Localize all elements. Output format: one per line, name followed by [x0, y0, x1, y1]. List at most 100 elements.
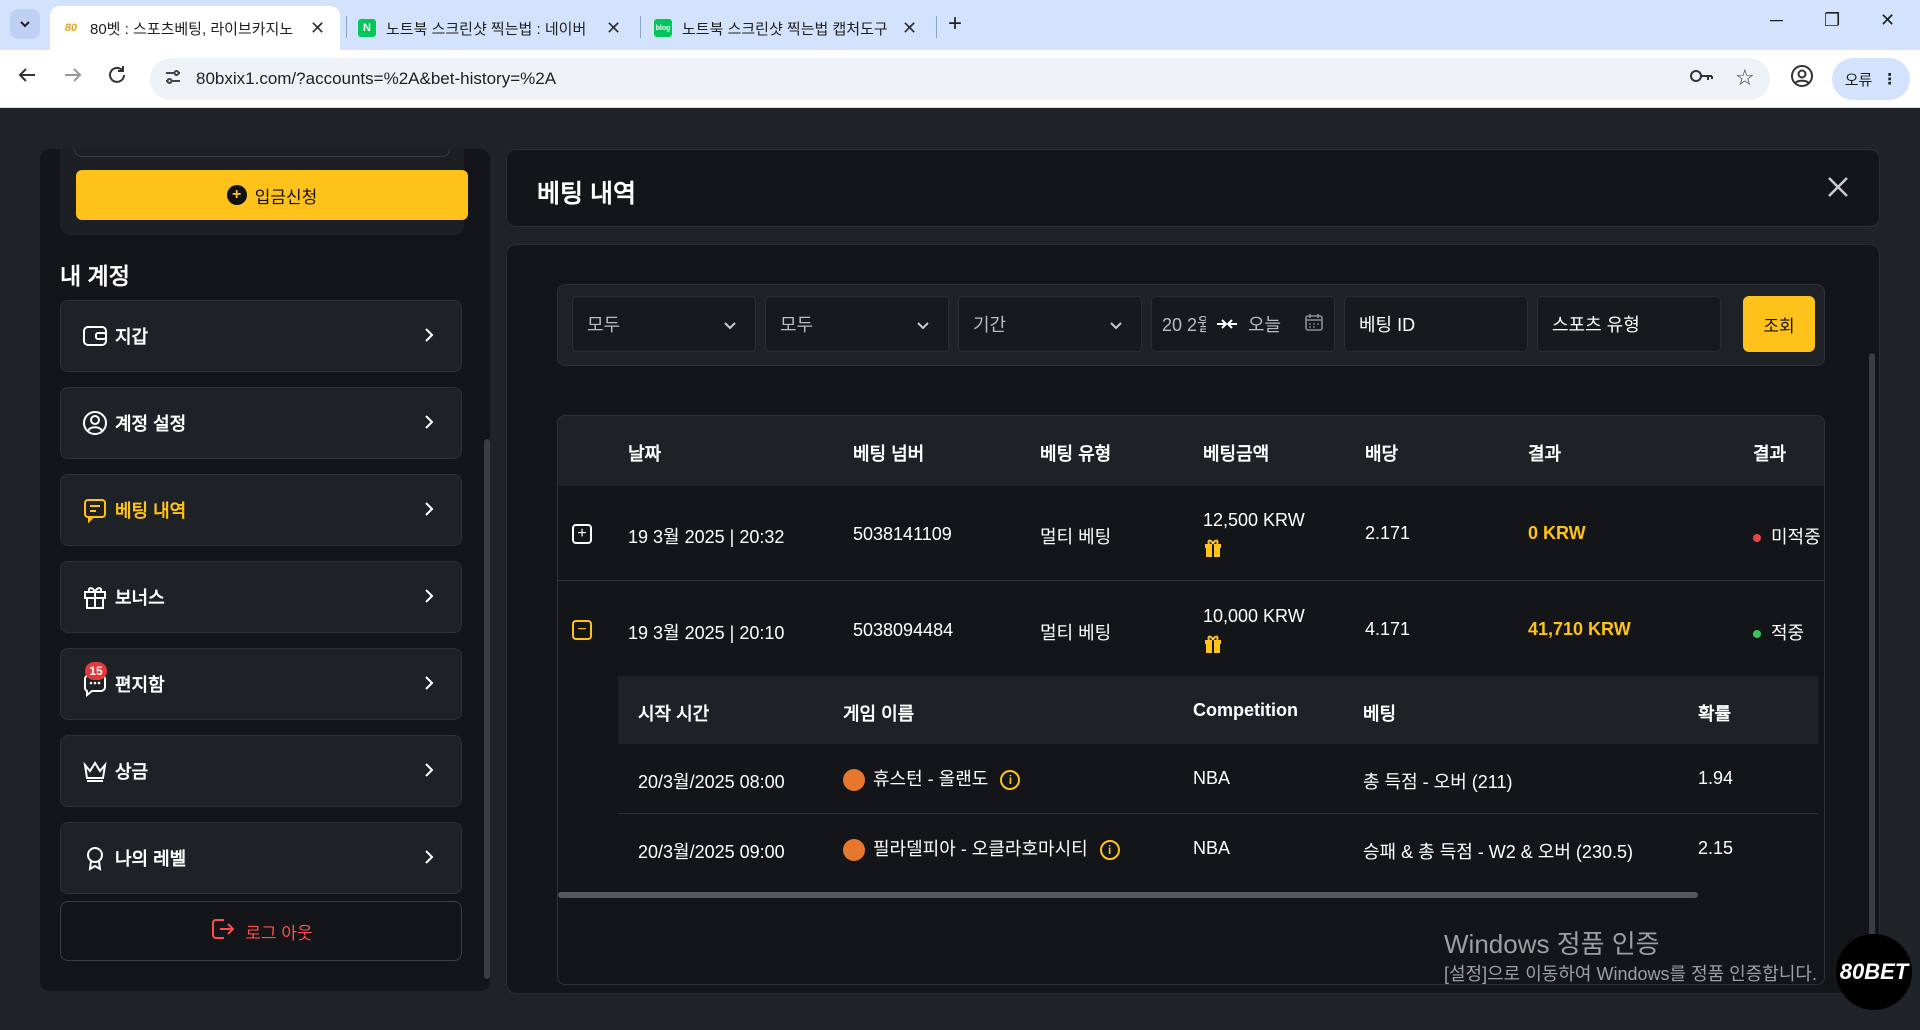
filter-select-1[interactable]: 모두 [572, 296, 756, 352]
filter-select-2[interactable]: 모두 [765, 296, 949, 352]
detail-header: 시작 시간 게임 이름 Competition 베팅 확률 [618, 676, 1818, 744]
close-tab-icon[interactable]: ✕ [902, 18, 917, 39]
chevron-down-icon [723, 317, 737, 338]
sidebar-item-my-level[interactable]: 나의 레벨 [60, 822, 462, 894]
more-vert-icon: ⋮ [1882, 71, 1898, 88]
arrow-right-icon [65, 68, 82, 82]
arrow-left-icon [18, 68, 35, 82]
naver-favicon: N [358, 19, 376, 37]
80bet-logo[interactable]: 80BET [1836, 934, 1912, 1010]
filter-bar: 모두 모두 기간 20 2월 오늘 베팅 ID 스포츠 유형 [557, 284, 1825, 366]
close-tab-icon[interactable]: ✕ [310, 18, 325, 39]
col-header: 배당 [1365, 444, 1399, 464]
info-icon[interactable]: i [1099, 840, 1120, 861]
unread-badge: 15 [85, 662, 107, 680]
sidebar-item-bet-history[interactable]: 베팅 내역 [60, 474, 462, 546]
chevron-right-icon [419, 586, 439, 606]
chevron-down-icon [1109, 317, 1123, 338]
expand-row-button[interactable]: + [572, 524, 592, 544]
detail-competition: NBA [1193, 768, 1231, 788]
table-horizontal-scrollbar[interactable] [558, 892, 1698, 898]
tab-search-button[interactable] [10, 9, 40, 39]
sport-type-input[interactable]: 스포츠 유형 [1537, 296, 1721, 352]
table-row[interactable]: + 19 3월 2025 | 20:32 5038141109 멀티 베팅 12… [558, 486, 1824, 581]
status-dot [1753, 630, 1761, 639]
browser-toolbar: 80bxix1.com/?accounts=%2A&bet-history=%2… [0, 50, 1920, 108]
logout-button[interactable]: 로그 아웃 [60, 901, 462, 961]
password-key-icon[interactable] [1690, 68, 1714, 89]
date-to: 오늘 [1248, 315, 1282, 335]
close-window-button[interactable]: ✕ [1880, 10, 1895, 31]
sidebar-item-label: 나의 레벨 [115, 849, 187, 869]
deposit-label: 입금신청 [254, 187, 318, 207]
sidebar-item-bonus[interactable]: 보너스 [60, 561, 462, 633]
gift-icon [1203, 634, 1223, 654]
80bet-favicon: 80 [64, 22, 78, 34]
detail-game-name: 휴스턴 - 올랜도 [873, 769, 989, 789]
panel-scrollbar[interactable] [1869, 353, 1875, 953]
sidebar-item-wallet[interactable]: 지갑 [60, 300, 462, 372]
detail-bet: 승패 & 총 득점 - W2 & 오버 (230.5) [1363, 842, 1633, 862]
sidebar-item-label: 계정 설정 [115, 414, 187, 434]
logout-label: 로그 아웃 [245, 923, 313, 943]
date-range-picker[interactable]: 20 2월 오늘 [1151, 296, 1335, 352]
status-dot [1753, 534, 1761, 543]
sidebar-item-account-settings[interactable]: 계정 설정 [60, 387, 462, 459]
tab-naver[interactable]: N 노트북 스크린샷 찍는법 : 네이버 ✕ [346, 6, 636, 50]
forward-button[interactable] [62, 64, 84, 92]
deposit-button[interactable]: + 입금신청 [76, 170, 468, 220]
search-button[interactable]: 조회 [1743, 296, 1815, 352]
tab-strip: 80 80벳 : 스포츠베팅, 라이브카지노 ✕ N 노트북 스크린샷 찍는법 … [0, 0, 1920, 50]
detail-row: 20/3월/2025 08:00 휴스턴 - 올랜도 i NBA 총 득점 - 오… [618, 744, 1818, 814]
blog-favicon: blog [654, 19, 672, 37]
back-button[interactable] [16, 64, 38, 92]
status-label: 미적중 [1771, 527, 1821, 547]
chevron-right-icon [419, 673, 439, 693]
close-tab-icon[interactable]: ✕ [606, 18, 621, 39]
row-status: 적중 [1753, 619, 1804, 645]
gift-box-icon [81, 583, 109, 611]
table-row[interactable]: − 19 3월 2025 | 20:10 5038094484 멀티 베팅 10… [558, 582, 1824, 677]
error-menu-button[interactable]: 오류 ⋮ [1832, 58, 1910, 100]
error-label: 오류 [1844, 71, 1873, 89]
col-header: 날짜 [628, 444, 662, 464]
sidebar-item-inbox[interactable]: 15 편지함 [60, 648, 462, 720]
minimize-button[interactable]: ─ [1770, 10, 1783, 31]
reload-button[interactable] [106, 64, 128, 92]
close-panel-button[interactable] [1823, 172, 1853, 202]
logout-icon [209, 916, 235, 947]
sidebar-item-label: 상금 [115, 762, 149, 782]
period-select[interactable]: 기간 [958, 296, 1142, 352]
address-bar[interactable]: 80bxix1.com/?accounts=%2A&bet-history=%2… [150, 58, 1770, 100]
level-icon [81, 844, 109, 872]
page-title: 베팅 내역 [537, 180, 636, 208]
period-select-value: 기간 [973, 315, 1007, 335]
bet-id-input[interactable]: 베팅 ID [1344, 296, 1528, 352]
bet-history-panel: 모두 모두 기간 20 2월 오늘 베팅 ID 스포츠 유형 [506, 244, 1880, 994]
account-sidebar: + 입금신청 내 계정 지갑 계정 설정 베팅 내역 보너스 15 편지함 상금… [40, 149, 490, 991]
row-amount: 12,500 KRW [1203, 510, 1305, 530]
col-header: 베팅 유형 [1040, 444, 1112, 464]
col-header: 베팅 넘버 [853, 444, 925, 464]
tab-blog[interactable]: blog 노트북 스크린샷 찍는법 캡처도구 ✕ [642, 6, 932, 50]
restore-button[interactable]: ❐ [1824, 10, 1840, 31]
info-icon[interactable]: i [1000, 770, 1021, 791]
bet-detail-table: 시작 시간 게임 이름 Competition 베팅 확률 20/3월/2025… [618, 676, 1818, 886]
status-label: 적중 [1771, 623, 1805, 643]
new-tab-button[interactable]: + [948, 10, 962, 38]
profile-icon[interactable] [1790, 64, 1814, 94]
sidebar-item-prize[interactable]: 상금 [60, 735, 462, 807]
calendar-icon[interactable] [1304, 312, 1324, 337]
site-info-icon[interactable] [164, 68, 182, 91]
row-amount: 10,000 KRW [1203, 606, 1305, 626]
collapse-row-button[interactable]: − [572, 620, 592, 640]
detail-bet: 총 득점 - 오버 (211) [1363, 772, 1513, 792]
detail-start-time: 20/3월/2025 09:00 [638, 842, 785, 862]
detail-col-header: 확률 [1698, 704, 1732, 724]
wallet-icon [81, 322, 109, 350]
tab-80bet[interactable]: 80 80벳 : 스포츠베팅, 라이브카지노 ✕ [50, 6, 340, 50]
sidebar-scrollbar[interactable] [484, 439, 490, 979]
detail-start-time: 20/3월/2025 08:00 [638, 772, 785, 792]
panel-header: 베팅 내역 [506, 149, 1880, 227]
bookmark-star-icon[interactable]: ☆ [1735, 65, 1755, 91]
